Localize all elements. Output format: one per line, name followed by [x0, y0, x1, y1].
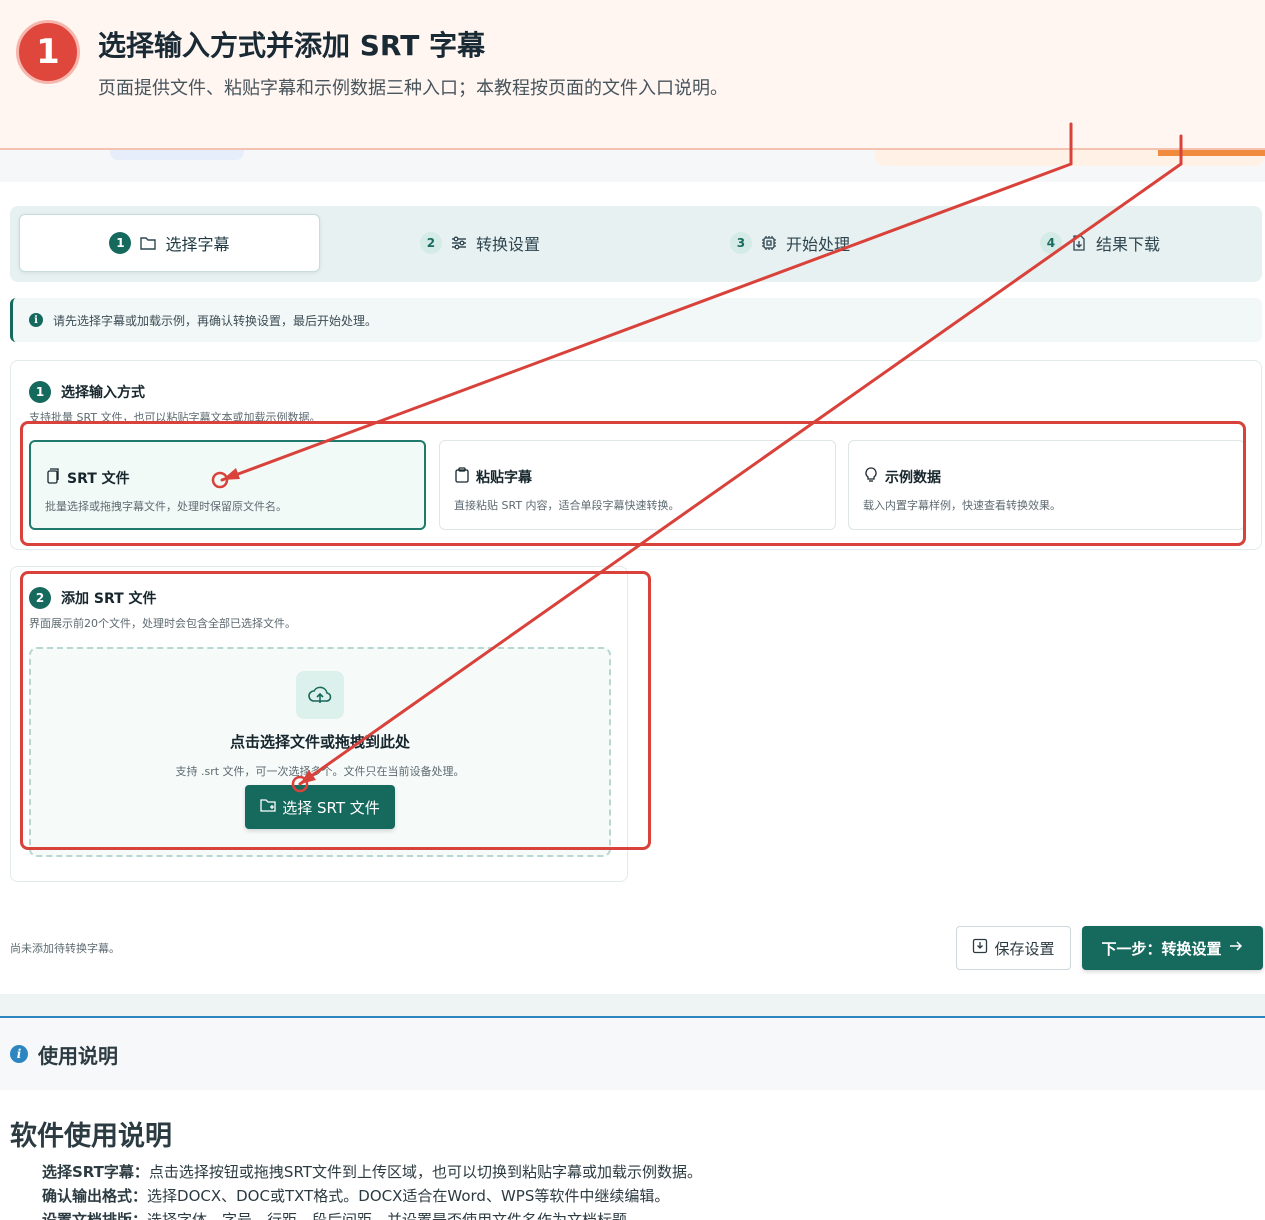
item-key: 选择SRT字幕：	[42, 1163, 149, 1181]
file-download-icon	[1070, 234, 1088, 252]
clipboard-icon	[454, 467, 470, 487]
option-desc: 直接粘贴 SRT 内容，适合单段字幕快速转换。	[454, 499, 680, 512]
underlying-accent-bar	[1158, 150, 1265, 156]
main-panel: 1 选择字幕 2 转换设置 3 开始处理 4 结果下载 i 请先选择字幕或加载示…	[0, 182, 1265, 994]
save-icon	[972, 938, 988, 958]
next-step-label: 下一步：转换设置	[1101, 939, 1222, 958]
item-text: 点击选择按钮或拖拽SRT文件到上传区域，也可以切换到粘贴字幕或加载示例数据。	[148, 1163, 702, 1181]
tutorial-step-badge: 1	[16, 20, 80, 84]
usage-header-label: 使用说明	[38, 1043, 118, 1068]
tutorial-banner: 1 选择输入方式并添加 SRT 字幕 页面提供文件、粘贴字幕和示例数据三种入口；…	[0, 0, 1265, 150]
list-item: 选择SRT字幕：点击选择按钮或拖拽SRT文件到上传区域，也可以切换到粘贴字幕或加…	[42, 1160, 1252, 1184]
chip-icon	[760, 234, 778, 252]
hint-bar: i 请先选择字幕或加载示例，再确认转换设置，最后开始处理。	[10, 298, 1262, 342]
option-title: 粘贴字幕	[476, 470, 532, 486]
option-title-row: 示例数据	[863, 467, 941, 487]
option-title: 示例数据	[885, 470, 941, 486]
option-title-row: 粘贴字幕	[454, 467, 532, 487]
lightbulb-icon	[863, 467, 879, 487]
section-subtitle: 支持批量 SRT 文件，也可以粘贴字幕文本或加载示例数据。	[29, 411, 321, 424]
option-srt-file[interactable]: SRT 文件 批量选择或拖拽字幕文件，处理时保留原文件名。	[29, 440, 426, 530]
section-title: 选择输入方式	[61, 385, 145, 401]
usage-heading: 软件使用说明	[10, 1121, 172, 1152]
sliders-icon	[450, 234, 468, 252]
tab-start-processing[interactable]: 3 开始处理	[640, 214, 940, 272]
step-label: 转换设置	[475, 235, 540, 254]
item-text: 选择DOCX、DOC或TXT格式。DOCX适合在Word、WPS等软件中继续编辑…	[147, 1187, 670, 1205]
item-key: 确认输出格式：	[42, 1187, 148, 1205]
usage-list: 选择SRT字幕：点击选择按钮或拖拽SRT文件到上传区域，也可以切换到粘贴字幕或加…	[42, 1160, 1252, 1220]
step-number: 3	[729, 232, 752, 254]
save-settings-label: 保存设置	[994, 939, 1055, 958]
list-item: 设置文档排版：选择字体、字号、行距、段后间距，并设置是否使用文件名作为文档标题。	[42, 1208, 1252, 1220]
step-number: 2	[419, 232, 442, 254]
tab-conversion-settings[interactable]: 2 转换设置	[330, 214, 630, 272]
select-srt-label: 选择 SRT 文件	[282, 798, 380, 817]
option-paste-subtitle[interactable]: 粘贴字幕 直接粘贴 SRT 内容，适合单段字幕快速转换。	[439, 440, 836, 530]
save-settings-button[interactable]: 保存设置	[956, 926, 1071, 970]
section-title: 添加 SRT 文件	[61, 591, 157, 607]
usage-section: i 使用说明 软件使用说明 选择SRT字幕：点击选择按钮或拖拽SRT文件到上传区…	[0, 1016, 1265, 1220]
drop-zone-title: 点击选择文件或拖拽到此处	[229, 733, 410, 751]
option-desc: 载入内置字幕样例，快速查看转换效果。	[863, 499, 1061, 512]
step-label: 开始处理	[785, 235, 850, 254]
stepper: 1 选择字幕 2 转换设置 3 开始处理 4 结果下载	[10, 206, 1262, 282]
add-srt-card: 2 添加 SRT 文件 界面展示前20个文件，处理时会包含全部已选择文件。 点击…	[10, 566, 628, 882]
usage-header: i 使用说明	[0, 1018, 1265, 1090]
list-item: 确认输出格式：选择DOCX、DOC或TXT格式。DOCX适合在Word、WPS等…	[42, 1184, 1252, 1208]
hint-text: 请先选择字幕或加载示例，再确认转换设置，最后开始处理。	[53, 313, 378, 328]
tutorial-description: 页面提供文件、粘贴字幕和示例数据三种入口；本教程按页面的文件入口说明。	[98, 78, 728, 99]
folder-icon	[139, 234, 157, 252]
next-step-button[interactable]: 下一步：转换设置	[1082, 926, 1263, 970]
step-label: 选择字幕	[165, 235, 230, 254]
select-srt-button[interactable]: 选择 SRT 文件	[245, 785, 395, 829]
file-drop-zone[interactable]: 点击选择文件或拖拽到此处 支持 .srt 文件，可一次选择多个。文件只在当前设备…	[29, 647, 611, 857]
files-icon	[45, 468, 61, 488]
underlying-pill	[110, 150, 244, 160]
arrow-right-icon	[1228, 938, 1244, 958]
section-number: 2	[29, 587, 51, 609]
cloud-upload-icon	[296, 671, 344, 719]
folder-plus-icon	[260, 797, 276, 817]
input-method-card: 1 选择输入方式 支持批量 SRT 文件，也可以粘贴字幕文本或加载示例数据。 S…	[10, 360, 1262, 550]
tab-select-subtitles[interactable]: 1 选择字幕	[19, 214, 320, 272]
tab-download-results[interactable]: 4 结果下载	[950, 214, 1250, 272]
option-title: SRT 文件	[67, 471, 130, 487]
underlying-header-fragment	[0, 150, 1265, 182]
option-sample-data[interactable]: 示例数据 载入内置字幕样例，快速查看转换效果。	[848, 440, 1245, 530]
tutorial-title: 选择输入方式并添加 SRT 字幕	[98, 29, 486, 62]
drop-zone-desc: 支持 .srt 文件，可一次选择多个。文件只在当前设备处理。	[175, 765, 465, 778]
section-number: 1	[29, 381, 51, 403]
step-label: 结果下载	[1095, 235, 1160, 254]
status-text: 尚未添加待转换字幕。	[10, 942, 120, 955]
info-icon: i	[10, 1045, 28, 1063]
step-number: 4	[1039, 232, 1062, 254]
option-desc: 批量选择或拖拽字幕文件，处理时保留原文件名。	[45, 500, 287, 513]
option-title-row: SRT 文件	[45, 468, 130, 488]
item-text: 选择字体、字号、行距、段后间距，并设置是否使用文件名作为文档标题。	[147, 1211, 643, 1220]
item-key: 设置文档排版：	[42, 1211, 148, 1220]
section-subtitle: 界面展示前20个文件，处理时会包含全部已选择文件。	[29, 617, 296, 630]
add-srt-heading: 2 添加 SRT 文件	[29, 587, 157, 609]
info-icon: i	[29, 313, 43, 327]
input-method-heading: 1 选择输入方式	[29, 381, 145, 403]
step-number: 1	[109, 232, 132, 254]
